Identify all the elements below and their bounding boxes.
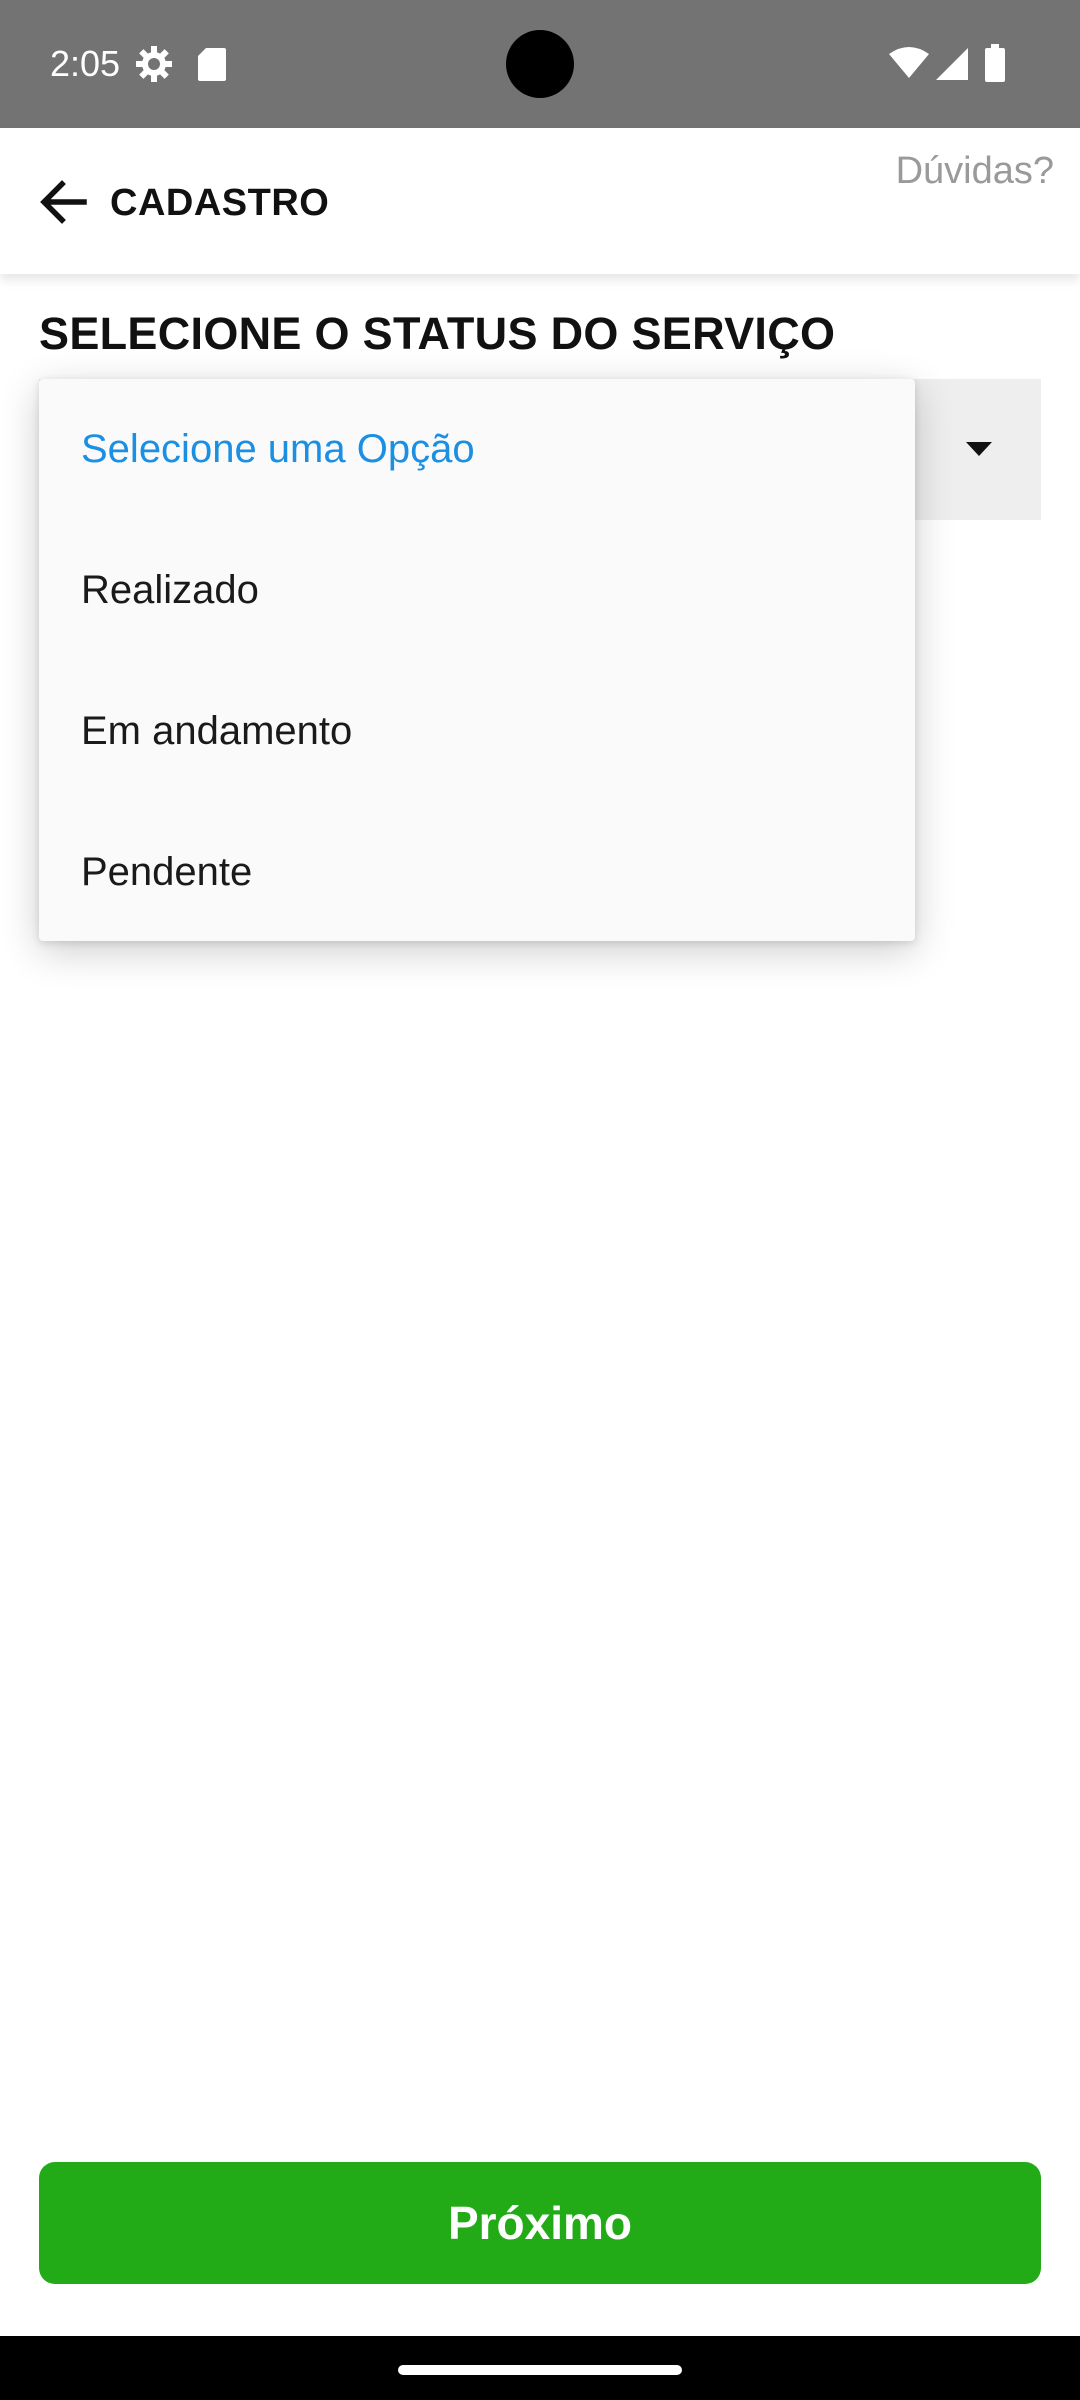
option-realizado[interactable]: Realizado xyxy=(39,520,915,661)
camera-cutout xyxy=(506,30,574,98)
home-indicator[interactable] xyxy=(398,2365,682,2375)
section-heading: SELECIONE O STATUS DO SERVIÇO xyxy=(39,308,836,359)
status-bar: 2:05 xyxy=(0,0,1080,128)
gear-icon xyxy=(136,46,172,82)
help-link[interactable]: Dúvidas? xyxy=(896,148,1054,194)
option-em-andamento[interactable]: Em andamento xyxy=(39,661,915,802)
battery-icon xyxy=(985,44,1005,82)
page-title: CADASTRO xyxy=(110,182,330,224)
option-selecione-uma-opcao[interactable]: Selecione uma Opção xyxy=(39,379,915,520)
status-dropdown-menu: Selecione uma Opção Realizado Em andamen… xyxy=(39,379,915,941)
sd-card-icon xyxy=(198,48,226,81)
app-bar: CADASTRO Dúvidas? xyxy=(0,128,1080,274)
wifi-icon xyxy=(889,47,929,78)
status-time: 2:05 xyxy=(50,43,121,84)
next-button[interactable]: Próximo xyxy=(39,2162,1041,2284)
option-pendente[interactable]: Pendente xyxy=(39,802,915,943)
arrow-left-icon[interactable] xyxy=(38,178,88,226)
caret-down-icon[interactable] xyxy=(965,441,993,457)
signal-icon xyxy=(936,48,968,80)
